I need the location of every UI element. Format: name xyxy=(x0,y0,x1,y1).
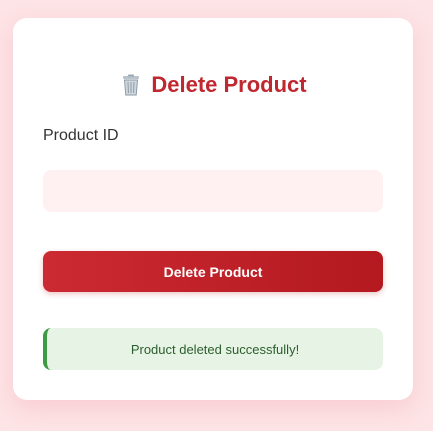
title-text: Delete Product xyxy=(151,72,307,97)
delete-product-button[interactable]: Delete Product xyxy=(43,251,383,292)
success-message: Product deleted successfully! xyxy=(130,341,300,357)
success-alert: Product deleted successfully! xyxy=(43,328,383,370)
trash-icon xyxy=(119,73,143,97)
delete-product-card: Delete Product Product ID Delete Product… xyxy=(13,18,413,400)
page-title: Delete Product xyxy=(13,72,413,98)
product-id-input[interactable] xyxy=(43,170,383,212)
product-id-label: Product ID xyxy=(43,127,119,144)
